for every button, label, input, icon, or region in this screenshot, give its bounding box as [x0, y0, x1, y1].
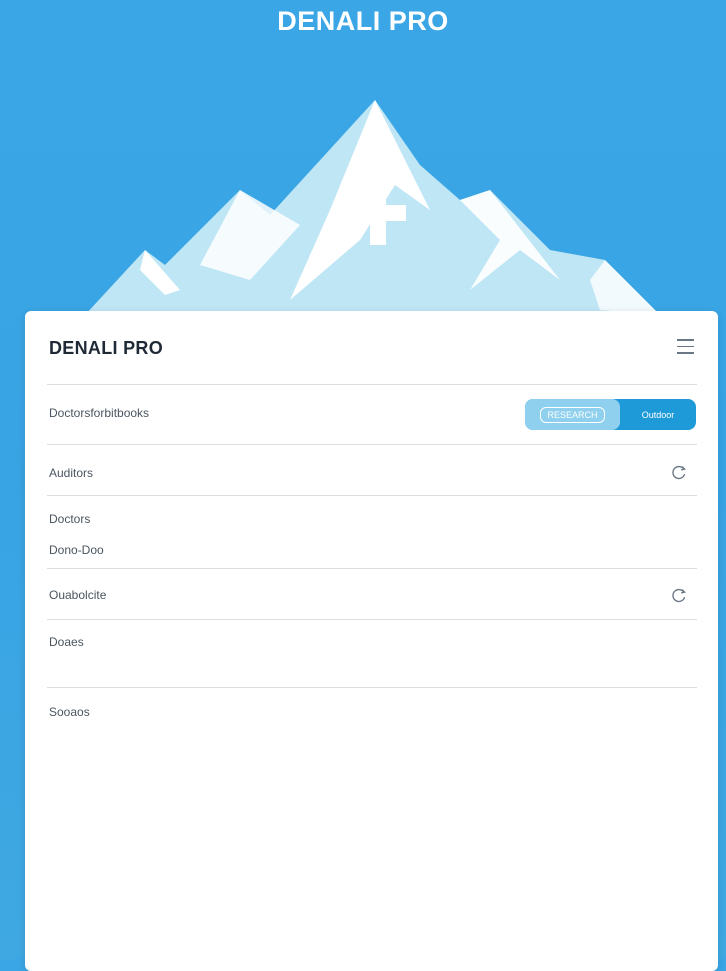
- toggle-option-research[interactable]: RESEARCH: [525, 399, 620, 430]
- card-title: DENALI PRO: [49, 338, 164, 358]
- refresh-icon[interactable]: [671, 464, 688, 481]
- row-doaes-label: Doaes: [49, 635, 84, 649]
- main-card: DENALI PRO Doctorsforbitbooks RESEARCH O…: [25, 311, 718, 971]
- divider: [47, 384, 697, 385]
- divider: [47, 444, 697, 445]
- toggle-option-outdoor[interactable]: Outdoor: [620, 399, 696, 430]
- row-doctors-sublabel: Dono-Doo: [49, 543, 104, 557]
- mountain-logo-icon: [85, 100, 660, 315]
- row-auditors-label: Auditors: [49, 466, 94, 480]
- row-sooaos-label: Sooaos: [49, 705, 90, 719]
- row-doctors-label: Doctorsforbitbooks: [49, 406, 150, 420]
- divider: [47, 619, 697, 620]
- row-ouabolcite-label: Ouabolcite: [49, 588, 107, 602]
- divider: [47, 687, 697, 688]
- divider: [47, 495, 697, 496]
- divider: [47, 568, 697, 569]
- hamburger-menu-icon[interactable]: [677, 339, 694, 355]
- refresh-icon[interactable]: [671, 587, 688, 604]
- segmented-toggle[interactable]: RESEARCH Outdoor: [525, 399, 696, 430]
- brand-title: DENALI PRO: [277, 6, 449, 36]
- row-doctors-label: Doctors: [49, 512, 91, 526]
